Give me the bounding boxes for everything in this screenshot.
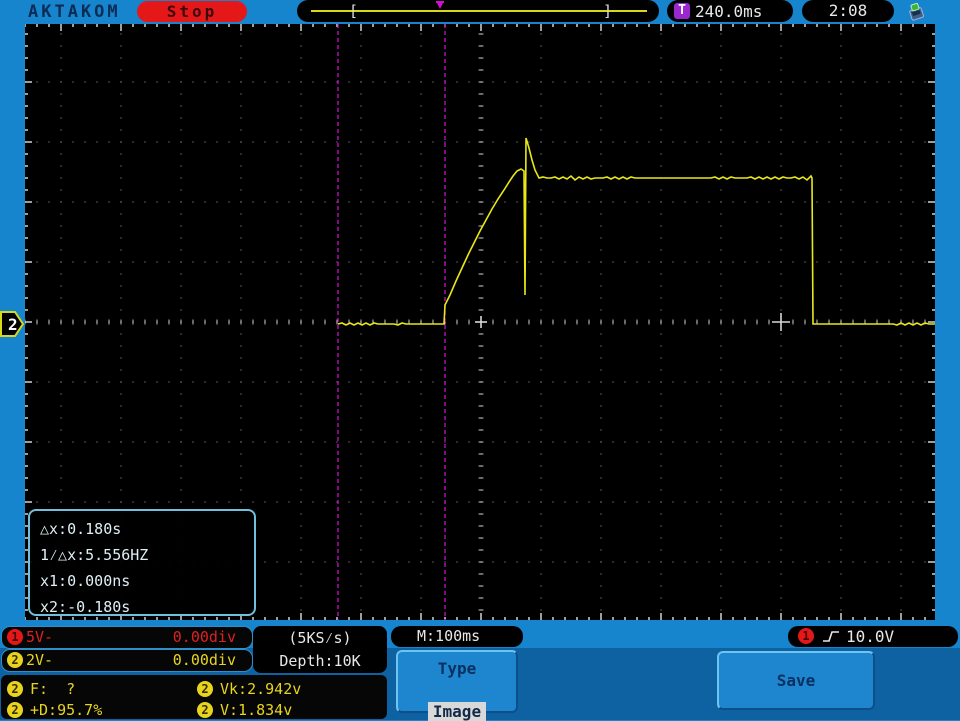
channel1-badge: 1 [7, 629, 23, 645]
channel2-offset: 0.00div [172, 651, 236, 669]
trigger-time-value: 240.0ms [695, 2, 763, 21]
sample-rate: (5KS⁄s) [288, 629, 352, 647]
trigger-channel-badge: 1 [798, 628, 814, 644]
record-position-bar: [ ] [297, 0, 659, 22]
channel2-badge: 2 [7, 652, 23, 668]
rising-edge-icon [823, 631, 839, 642]
cursor-readout-box: △x:0.180s 1⁄△x:5.556HZ x1:0.000ns x2:-0.… [28, 509, 256, 616]
brand-logo: AKTAKOM [28, 2, 121, 22]
type-label: Type [437, 659, 477, 678]
type-selected-value[interactable]: Image [427, 702, 487, 721]
cursor-frequency: 1⁄△x:5.556HZ [40, 546, 149, 564]
measurements-panel: 2 F: ? 2 Vk:2.942v 2 +D:95.7% 2 V:1.834v [1, 675, 387, 719]
measure-ch-badge: 2 [197, 680, 213, 697]
top-status-bar: AKTAKOM Stop [ ] T 240.0ms 2:08 [0, 0, 960, 24]
measure-duty: 2 +D:95.7% [7, 699, 102, 719]
record-trigger-marker-icon [436, 1, 444, 9]
type-menu-button[interactable]: Type Image [396, 650, 518, 721]
run-state-badge: Stop [137, 1, 247, 22]
acquisition-panel: (5KS⁄s) Depth:10K [253, 626, 387, 673]
trigger-t-icon: T [674, 3, 690, 19]
channel2-status-pill: 2 2V- 0.00div [1, 649, 253, 672]
record-window-right-bracket: ] [603, 2, 613, 20]
clock: 2:08 [802, 0, 894, 22]
channel1-offset: 0.00div [172, 628, 236, 646]
measure-ch-badge: 2 [7, 680, 23, 697]
usb-disk-icon [909, 3, 924, 21]
trigger-time-pill: T 240.0ms [667, 0, 793, 22]
measure-v: 2 V:1.834v [197, 699, 292, 719]
channel2-position-marker: 2 [0, 311, 24, 337]
record-bar-line [311, 10, 647, 12]
measure-frequency: 2 F: ? [7, 678, 75, 698]
memory-depth: Depth:10K [279, 652, 361, 670]
channel1-scale: 5V- [26, 628, 54, 646]
trigger-level: 10.0V [846, 627, 895, 646]
svg-text:2: 2 [8, 315, 18, 334]
save-button[interactable]: Save [717, 651, 875, 710]
cursor-x1: x1:0.000ns [40, 572, 131, 590]
channel2-scale: 2V- [26, 651, 54, 669]
measure-ch-badge: 2 [197, 701, 213, 718]
waveform-display: △x:0.180s 1⁄△x:5.556HZ x1:0.000ns x2:-0.… [25, 24, 935, 620]
measure-vk: 2 Vk:2.942v [197, 678, 301, 698]
record-window-left-bracket: [ [349, 2, 359, 20]
trigger-status-pill: 1 10.0V [788, 626, 958, 647]
cursor-x2: x2:-0.180s [40, 598, 131, 616]
cursor-delta-x: △x:0.180s [40, 520, 122, 538]
channel1-status-pill: 1 5V- 0.00div [1, 626, 253, 649]
measure-ch-badge: 2 [7, 701, 23, 718]
timebase-pill: M:100ms [391, 626, 523, 647]
